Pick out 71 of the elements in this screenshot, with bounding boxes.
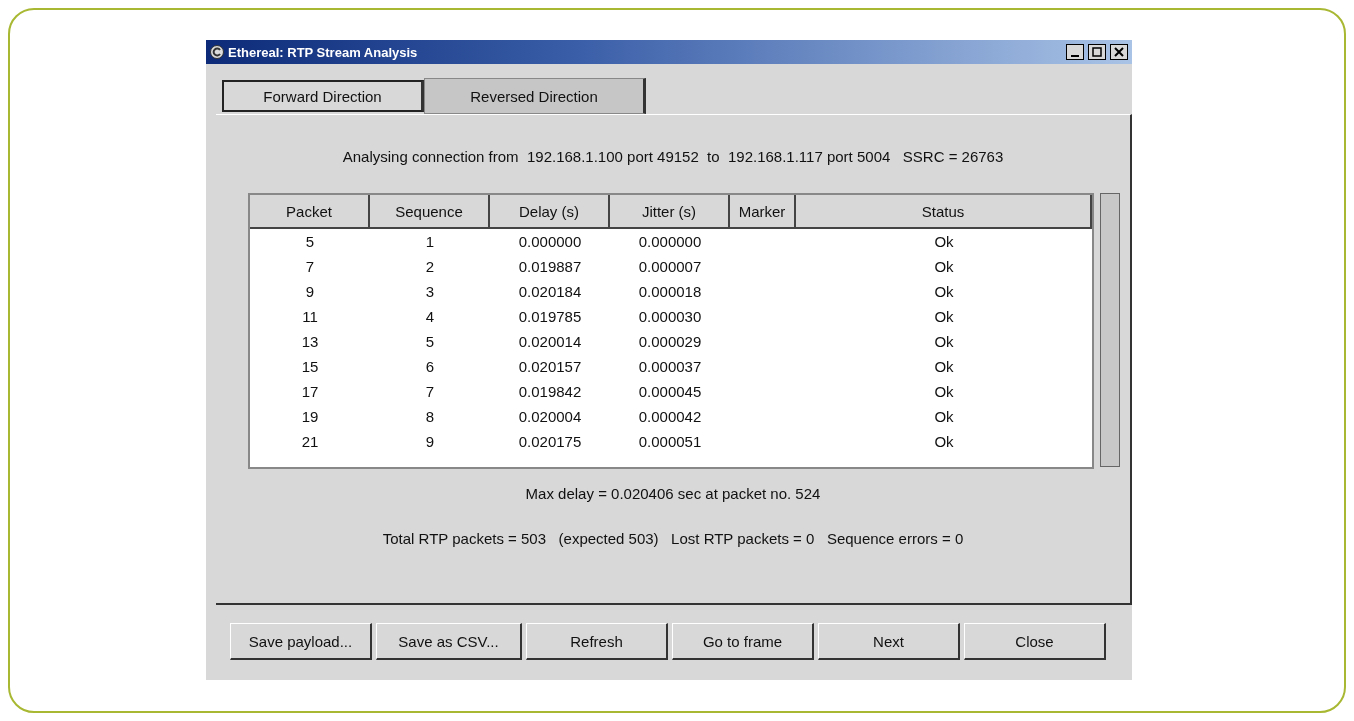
table-cell-text: 0.019785: [517, 307, 583, 327]
table-cell-text: 0.000000: [517, 232, 583, 252]
table-cell-text: 0.000042: [637, 407, 703, 427]
table-cell-text: 9: [304, 282, 316, 302]
table-cell-text: 2: [424, 257, 436, 277]
table-cell-text: 0.000029: [637, 332, 703, 352]
table-cell-text: Ok: [933, 357, 955, 377]
table-cell-text: 5: [424, 332, 436, 352]
table-cell-text: 0.020157: [517, 357, 583, 377]
tab[interactable]: Reversed Direction: [424, 78, 646, 114]
close-button[interactable]: [1110, 44, 1128, 60]
table-cell-text: 0.000030: [637, 307, 703, 327]
column-header[interactable]: Marker: [730, 195, 796, 229]
table-cell-text: 11: [301, 307, 319, 327]
maximize-button[interactable]: [1088, 44, 1106, 60]
window-title: Ethereal: RTP Stream Analysis: [228, 44, 419, 60]
column-header[interactable]: Packet: [250, 195, 370, 229]
table-cell-text: 0.000045: [637, 382, 703, 402]
dialog-button[interactable]: Save as CSV...: [376, 623, 522, 660]
table-cell-text: 15: [300, 357, 320, 377]
table-cell-text: Ok: [933, 282, 955, 302]
connection-info: Analysing connection from 192.168.1.100 port 49152 to 192.168.1.117 port 5004 SSRC = 26763: [342, 148, 1004, 165]
table-cell-text: 0.019842: [517, 382, 583, 402]
table-cell-text: 9: [424, 432, 436, 452]
table-cell-text: 0.000007: [637, 257, 703, 277]
table-cell-text: 4: [424, 307, 436, 327]
table-cell-text: 0.019887: [517, 257, 583, 277]
column-header[interactable]: Delay (s): [490, 195, 610, 229]
table-cell-text: 0.020004: [517, 407, 583, 427]
dialog-button[interactable]: Go to frame: [672, 623, 814, 660]
dialog-button[interactable]: Next: [818, 623, 960, 660]
max-delay-text: Max delay = 0.020406 sec at packet no. 524: [525, 485, 821, 502]
totals-text: Total RTP packets = 503 (expected 503) Lost RTP packets = 0 Sequence errors = 0: [382, 530, 964, 547]
table-cell-text: 0.020014: [517, 332, 583, 352]
dialog-button[interactable]: Save payload...: [230, 623, 372, 660]
table-cell-text: 1: [424, 232, 436, 252]
table-cell-text: 19: [300, 407, 320, 427]
minimize-icon: [1071, 54, 1079, 57]
table-cell-text: 17: [300, 382, 320, 402]
table-cell-text: 6: [424, 357, 436, 377]
table-cell-text: Ok: [933, 257, 955, 277]
scrollbar[interactable]: [1100, 193, 1120, 467]
close-icon: [1114, 47, 1124, 57]
tab[interactable]: Forward Direction: [222, 80, 424, 112]
table-cell-text: 0.000051: [637, 432, 703, 452]
table-cell-text: Ok: [933, 407, 955, 427]
column-header[interactable]: Sequence: [370, 195, 490, 229]
table-cell-text: Ok: [933, 382, 955, 402]
table-cell-text: 13: [300, 332, 320, 352]
column-header[interactable]: Status: [796, 195, 1092, 229]
table-cell-text: 8: [424, 407, 436, 427]
table-cell-text: 0.000000: [637, 232, 703, 252]
table-cell-text: 0.000018: [637, 282, 703, 302]
table-cell-text: 5: [304, 232, 316, 252]
table-cell-text: 3: [424, 282, 436, 302]
table-cell-text: 21: [300, 432, 320, 452]
table-cell-text: 0.020184: [517, 282, 583, 302]
table-cell-text: 7: [304, 257, 316, 277]
table-cell-text: Ok: [933, 332, 955, 352]
app-icon: [210, 45, 224, 59]
maximize-icon: [1092, 47, 1102, 57]
dialog-button[interactable]: Close: [964, 623, 1106, 660]
table-cell-text: 7: [424, 382, 436, 402]
minimize-button[interactable]: [1066, 44, 1084, 60]
table-cell-text: Ok: [933, 307, 955, 327]
table-cell-text: Ok: [933, 232, 955, 252]
dialog-button[interactable]: Refresh: [526, 623, 668, 660]
table-cell-text: Ok: [933, 432, 955, 452]
table-cell-text: 0.000037: [637, 357, 703, 377]
column-header[interactable]: Jitter (s): [610, 195, 730, 229]
table-cell-text: 0.020175: [517, 432, 583, 452]
